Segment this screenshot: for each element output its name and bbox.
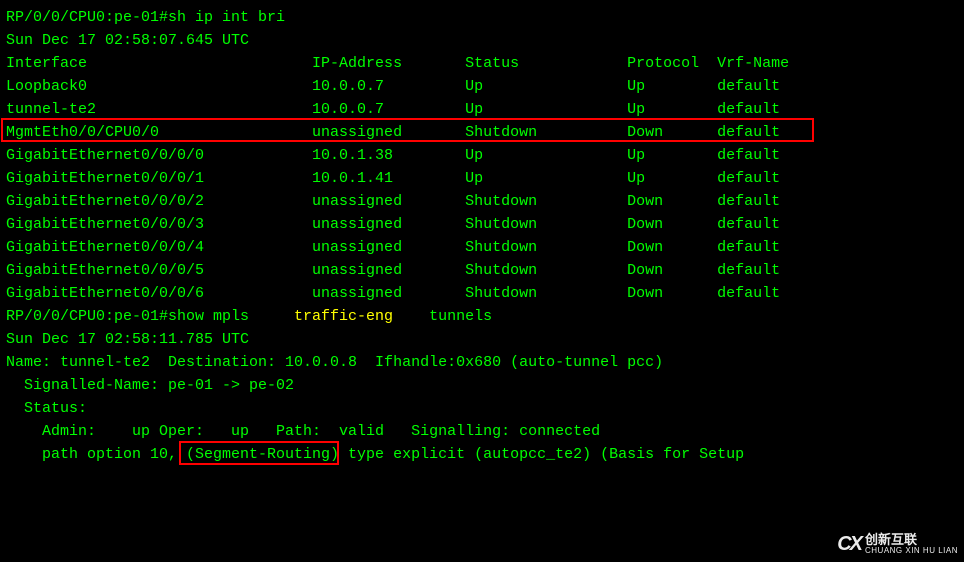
- watermark-cn: 创新互联: [865, 534, 958, 545]
- terminal-line: GigabitEthernet0/0/0/6 unassigned Shutdo…: [6, 282, 958, 305]
- terminal-line: Sun Dec 17 02:58:11.785 UTC: [6, 328, 958, 351]
- watermark: CX 创新互联 CHUANG XIN HU LIAN: [837, 533, 958, 556]
- terminal-line: GigabitEthernet0/0/0/3 unassigned Shutdo…: [6, 213, 958, 236]
- terminal-line: Admin: up Oper: up Path: valid Signallin…: [6, 420, 958, 443]
- terminal-line: GigabitEthernet0/0/0/4 unassigned Shutdo…: [6, 236, 958, 259]
- terminal-line: Interface IP-Address Status Protocol Vrf…: [6, 52, 958, 75]
- watermark-en: CHUANG XIN HU LIAN: [865, 545, 958, 556]
- terminal-line: MgmtEth0/0/CPU0/0 unassigned Shutdown Do…: [6, 121, 958, 144]
- terminal-line: tunnel-te2 10.0.0.7 Up Up default: [6, 98, 958, 121]
- terminal-line: RP/0/0/CPU0:pe-01#sh ip int bri: [6, 6, 958, 29]
- terminal-line: path option 10, (Segment-Routing) type e…: [6, 443, 958, 466]
- terminal-line: GigabitEthernet0/0/0/5 unassigned Shutdo…: [6, 259, 958, 282]
- terminal-line: RP/0/0/CPU0:pe-01#show mpls traffic-eng …: [6, 305, 958, 328]
- terminal-line: Status:: [6, 397, 958, 420]
- terminal-line: Loopback0 10.0.0.7 Up Up default: [6, 75, 958, 98]
- terminal-line: GigabitEthernet0/0/0/1 10.0.1.41 Up Up d…: [6, 167, 958, 190]
- terminal-line: Name: tunnel-te2 Destination: 10.0.0.8 I…: [6, 351, 958, 374]
- terminal-output[interactable]: RP/0/0/CPU0:pe-01#sh ip int briSun Dec 1…: [6, 6, 958, 466]
- terminal-line: Sun Dec 17 02:58:07.645 UTC: [6, 29, 958, 52]
- terminal-line: GigabitEthernet0/0/0/0 10.0.1.38 Up Up d…: [6, 144, 958, 167]
- watermark-logo-icon: CX: [837, 533, 861, 556]
- terminal-line: Signalled-Name: pe-01 -> pe-02: [6, 374, 958, 397]
- terminal-line: GigabitEthernet0/0/0/2 unassigned Shutdo…: [6, 190, 958, 213]
